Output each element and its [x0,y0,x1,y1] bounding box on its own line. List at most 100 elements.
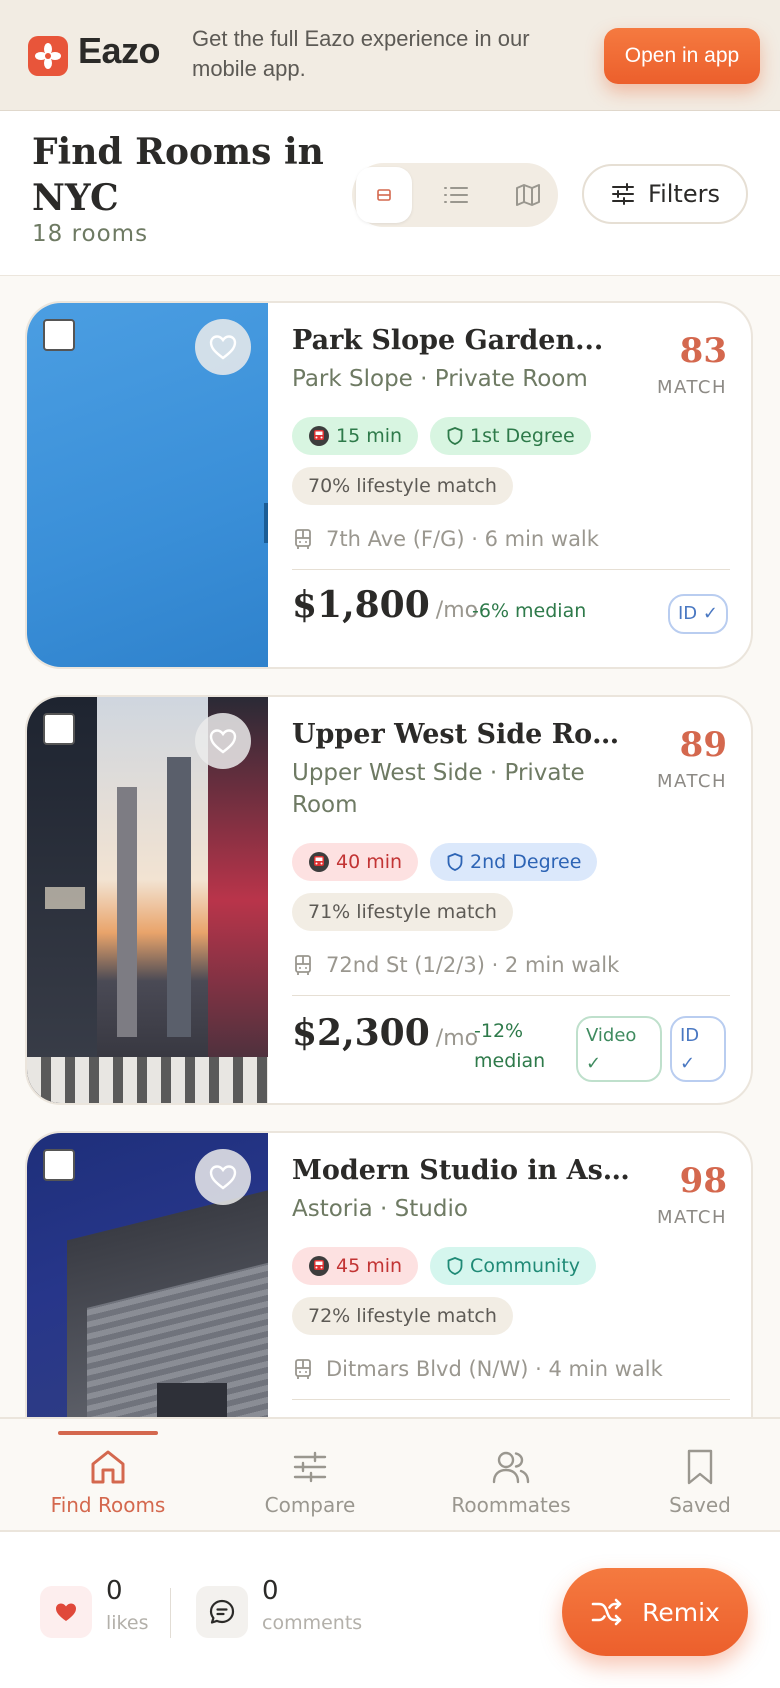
comment-button[interactable] [196,1586,248,1638]
bus-icon [295,529,311,549]
match-label: MATCH [657,1207,727,1228]
favorite-button[interactable] [195,319,251,375]
likes-label: likes [106,1612,149,1634]
nav-saved[interactable]: Saved [620,1419,780,1531]
banner-message: Get the full Eazo experience in our mobi… [192,26,530,81]
like-button[interactable] [40,1586,92,1638]
listing-tags: 15 min 1st Degree [292,417,732,455]
transit-info: 7th Ave (F/G) · 6 min walk [292,527,732,551]
nav-label: Saved [669,1493,731,1517]
match-score: 98 MATCH [657,1161,727,1228]
trust-degree: 1st Degree [470,425,575,447]
match-label: MATCH [657,771,727,792]
match-number: 83 [679,331,727,371]
video-verified-badge: Video ✓ [576,1016,662,1082]
trust-tag: 2nd Degree [430,843,598,881]
comments-count: 0 [262,1576,279,1606]
shield-icon [447,853,463,871]
logo-wordmark: Eazo [78,30,161,71]
favorite-button[interactable] [195,1149,251,1205]
price: $2,300/mo [292,1012,479,1054]
nav-find-rooms[interactable]: Find Rooms [28,1419,188,1531]
commute-time: 45 min [336,1255,403,1277]
listing-title[interactable]: Upper West Side Room... [292,715,632,755]
trust-degree: Community [470,1255,581,1277]
match-score: 89 MATCH [657,725,727,792]
nav-compare[interactable]: Compare [230,1419,390,1531]
match-number: 98 [679,1161,727,1201]
home-icon [91,1450,125,1484]
likes-count: 0 [106,1576,123,1606]
card-view-icon [377,189,391,201]
lifestyle-match-tag: 71% lifestyle match [292,893,513,931]
match-label: MATCH [657,377,727,398]
list-view-button[interactable] [428,167,484,223]
trust-tag: 1st Degree [430,417,591,455]
shield-icon [447,427,463,445]
listing-title[interactable]: Modern Studio in Astoria [292,1151,632,1191]
transit-text: Ditmars Blvd (N/W) · 4 min walk [326,1357,663,1381]
compare-checkbox[interactable] [43,1149,75,1181]
heart-icon [209,1165,237,1190]
lifestyle-match-tag: 72% lifestyle match [292,1297,513,1335]
view-toggle [352,163,558,227]
bookmark-icon [687,1449,713,1485]
price-row: $1,800/mo -6% median ID ✓ [292,570,732,650]
commute-tag: 45 min [292,1247,419,1285]
commute-time: 40 min [336,851,403,873]
train-icon [309,1256,329,1276]
heart-icon [209,335,237,360]
commute-time: 15 min [336,425,403,447]
lifestyle-match-tag: 70% lifestyle match [292,467,513,505]
nav-label: Roommates [451,1493,571,1517]
filter-sliders-icon [612,183,635,205]
map-view-button[interactable] [500,167,556,223]
price: $1,800/mo [292,584,479,626]
divider [292,1399,730,1400]
heart-icon [209,729,237,754]
nav-roommates[interactable]: Roommates [431,1419,591,1531]
app-banner: Eazo Get the full Eazo experience in our… [0,0,780,111]
trust-degree: 2nd Degree [470,851,582,873]
heart-filled-icon [56,1603,76,1621]
train-icon [309,426,329,446]
median-diff: -12% median [474,1020,546,1072]
listing-card[interactable]: Upper West Side Room... Upper West Side … [25,695,753,1105]
remix-label: Remix [642,1597,720,1627]
card-view-button[interactable] [356,167,412,223]
bus-icon [295,1359,311,1379]
bus-icon [295,955,311,975]
listing-card[interactable]: Modern Studio in Astoria Astoria · Studi… [25,1131,753,1417]
filters-button[interactable]: Filters [582,164,748,224]
remix-button[interactable]: Remix [562,1568,748,1656]
shuffle-icon [591,1598,622,1626]
transit-text: 72nd St (1/2/3) · 2 min walk [326,953,620,977]
people-icon [492,1451,530,1484]
sliders-icon [293,1451,327,1483]
map-view-icon [516,184,540,206]
median-diff: -6% median [472,600,587,622]
listing-tags: 45 min Community [292,1247,732,1285]
eazo-logo-icon [28,36,68,76]
listing-list[interactable]: Park Slope Garden... Park Slope · Privat… [0,277,780,1417]
comments-label: comments [262,1612,363,1634]
active-indicator [58,1431,158,1435]
listing-card[interactable]: Park Slope Garden... Park Slope · Privat… [25,301,753,669]
train-icon [309,852,329,872]
match-number: 89 [679,725,727,765]
compare-checkbox[interactable] [43,319,75,351]
shield-icon [447,1257,463,1275]
id-verified-badge: ID ✓ [670,1016,726,1082]
transit-info: Ditmars Blvd (N/W) · 4 min walk [292,1357,732,1381]
compare-checkbox[interactable] [43,713,75,745]
list-view-icon [444,187,468,203]
favorite-button[interactable] [195,713,251,769]
open-in-app-button[interactable]: Open in app [604,28,760,84]
listing-subtitle: Upper West Side · Private Room [292,760,585,818]
listing-subtitle: Park Slope · Private Room [292,366,588,392]
listing-title[interactable]: Park Slope Garden... [292,321,632,361]
divider [170,1588,171,1638]
price-row: $2,300/mo -12% median Video ✓ ID ✓ [292,996,732,1086]
commute-tag: 40 min [292,843,419,881]
page-title: Find Rooms in NYC [32,131,324,219]
